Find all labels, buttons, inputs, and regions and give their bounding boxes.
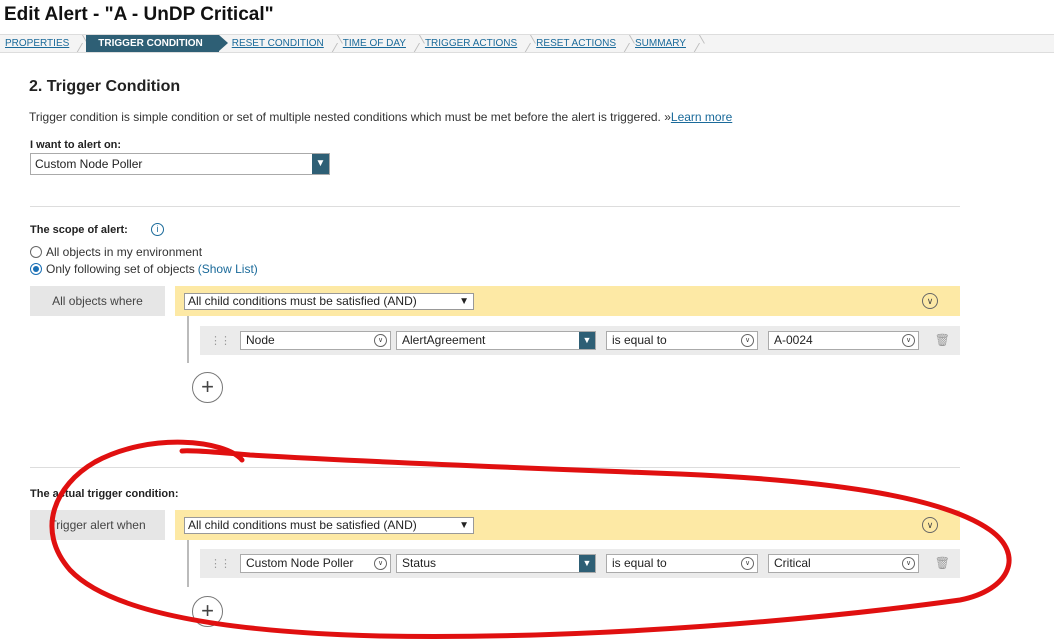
scope-field-value: AlertAgreement [402, 333, 486, 347]
scope-option-all[interactable]: All objects in my environment [30, 245, 202, 259]
chevron-down-icon: ∨ [374, 334, 387, 347]
drag-handle-icon[interactable]: ⋮⋮ [210, 557, 231, 570]
scope-operator-select[interactable]: is equal to ∨ [606, 331, 758, 350]
scope-option-all-label: All objects in my environment [46, 245, 203, 259]
wizard-step-reset-actions[interactable]: RESET ACTIONS [531, 35, 630, 52]
trash-icon[interactable]: 🗑 [935, 556, 950, 570]
collapse-chevron-icon[interactable]: ∨ [922, 517, 938, 533]
wizard-step-summary[interactable]: SUMMARY [630, 35, 700, 52]
chevron-down-icon: ∨ [374, 557, 387, 570]
wizard-step-trigger-condition[interactable]: TRIGGER CONDITION [86, 35, 228, 52]
trigger-operator-select[interactable]: is equal to ∨ [606, 554, 758, 573]
scope-option-following[interactable]: Only following set of objects (Show List… [30, 262, 258, 276]
trigger-group-logic-select[interactable]: All child conditions must be satisfied (… [184, 517, 474, 534]
scope-option-following-label: Only following set of objects [46, 262, 195, 276]
scope-entity-value: Node [246, 333, 275, 347]
trigger-field-value: Status [402, 556, 437, 570]
trigger-value-value: Critical [774, 556, 811, 570]
section-description: Trigger condition is simple condition or… [29, 110, 732, 124]
chevron-down-icon: ∨ [741, 557, 754, 570]
trigger-label: The actual trigger condition: [30, 488, 179, 500]
red-annotation-loop [49, 439, 1012, 639]
scope-operator-value: is equal to [612, 333, 667, 347]
chevron-down-icon: ∨ [741, 334, 754, 347]
wizard-step-trigger-actions[interactable]: TRIGGER ACTIONS [420, 35, 531, 52]
trash-icon[interactable]: 🗑 [935, 333, 950, 347]
alert-on-value: Custom Node Poller [35, 157, 143, 171]
scope-label: The scope of alert: [30, 224, 128, 236]
section-title: 2. Trigger Condition [29, 78, 181, 95]
divider [30, 206, 960, 207]
trigger-condition-row: ⋮⋮ Custom Node Poller ∨ Status ▼ is equal … [200, 549, 960, 578]
learn-more-link[interactable]: Learn more [671, 110, 732, 124]
collapse-chevron-icon[interactable]: ∨ [922, 293, 938, 309]
alert-on-select[interactable]: Custom Node Poller ▼ [30, 153, 330, 175]
trigger-entity-value: Custom Node Poller [246, 556, 354, 570]
trigger-operator-value: is equal to [612, 556, 667, 570]
scope-field-select[interactable]: AlertAgreement ▼ [396, 331, 596, 350]
trigger-field-select[interactable]: Status ▼ [396, 554, 596, 573]
trigger-where-label: Trigger alert when [30, 510, 165, 540]
trigger-group-bar: All child conditions must be satisfied (… [175, 510, 960, 540]
scope-group-logic-select[interactable]: All child conditions must be satisfied (… [184, 293, 474, 310]
add-condition-button[interactable]: + [192, 596, 223, 627]
info-icon[interactable]: i [151, 223, 164, 236]
chevron-down-icon: ▼ [579, 332, 595, 349]
scope-value-value: A-0024 [774, 333, 813, 347]
chevron-down-icon: ∨ [902, 334, 915, 347]
drag-handle-icon[interactable]: ⋮⋮ [210, 334, 231, 347]
wizard-steps: PROPERTIES TRIGGER CONDITION RESET CONDI… [0, 34, 1054, 53]
trigger-group-logic-value: All child conditions must be satisfied (… [188, 518, 417, 532]
divider [30, 467, 960, 468]
description-text: Trigger condition is simple condition or… [29, 110, 671, 124]
chevron-down-icon: ▼ [312, 154, 329, 174]
page-title: Edit Alert - "A - UnDP Critical" [4, 4, 274, 25]
scope-entity-select[interactable]: Node ∨ [240, 331, 391, 350]
trigger-value-select[interactable]: Critical ∨ [768, 554, 919, 573]
tree-connector [187, 316, 189, 363]
scope-where-label: All objects where [30, 286, 165, 316]
show-list-link[interactable]: (Show List) [198, 262, 258, 276]
radio-all-objects[interactable] [30, 246, 42, 258]
alert-on-label: I want to alert on: [30, 139, 122, 151]
trigger-entity-select[interactable]: Custom Node Poller ∨ [240, 554, 391, 573]
wizard-step-time-of-day[interactable]: TIME OF DAY [338, 35, 420, 52]
scope-group-bar: All child conditions must be satisfied (… [175, 286, 960, 316]
scope-condition-row: ⋮⋮ Node ∨ AlertAgreement ▼ is equal to ∨ A-… [200, 326, 960, 355]
scope-value-select[interactable]: A-0024 ∨ [768, 331, 919, 350]
caret-down-icon: ▼ [459, 520, 469, 531]
chevron-down-icon: ▼ [579, 555, 595, 572]
wizard-step-reset-condition[interactable]: RESET CONDITION [227, 35, 338, 52]
caret-down-icon: ▼ [459, 296, 469, 307]
tree-connector [187, 540, 189, 587]
wizard-step-properties[interactable]: PROPERTIES [0, 35, 83, 52]
add-condition-button[interactable]: + [192, 372, 223, 403]
scope-group-logic-value: All child conditions must be satisfied (… [188, 294, 417, 308]
radio-following-objects[interactable] [30, 263, 42, 275]
chevron-down-icon: ∨ [902, 557, 915, 570]
